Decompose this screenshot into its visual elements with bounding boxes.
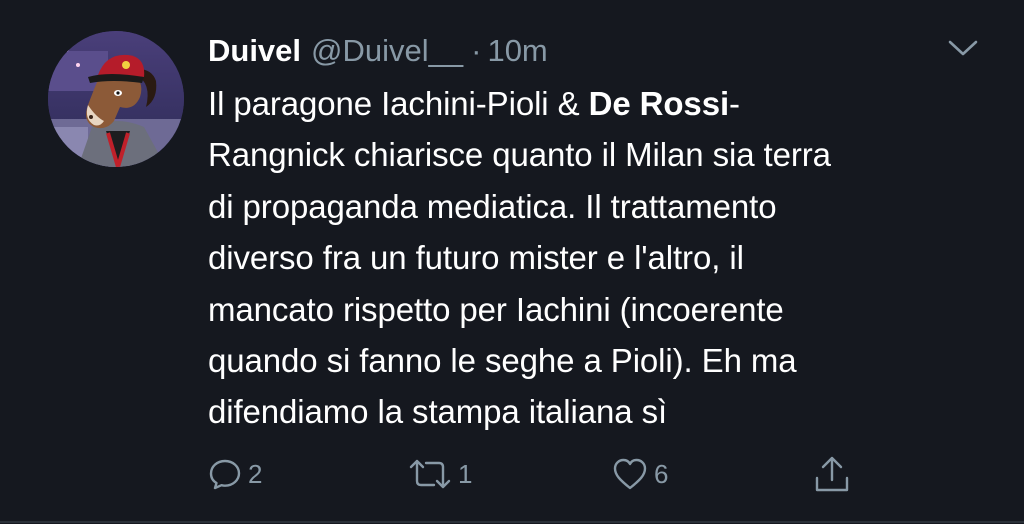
tweet-header: Duivel @Duivel__ · 10m (208, 30, 548, 72)
tweet-card[interactable]: Duivel @Duivel__ · 10m Il paragone Iachi… (0, 0, 1024, 524)
tweet-text-line: mancato rispetto per Iachini (incoerente (208, 290, 784, 328)
tweet-text-segment: Il paragone Iachini-Pioli & (208, 85, 589, 122)
tweet-menu-button[interactable] (947, 36, 979, 60)
divider (0, 521, 1024, 523)
retweet-icon (409, 459, 451, 489)
like-button[interactable]: 6 (612, 452, 668, 496)
heart-icon (613, 458, 647, 490)
tweet-text-line: Rangnick chiarisce quanto il Milan sia t… (208, 136, 831, 174)
retweet-button[interactable]: 1 (408, 452, 472, 496)
like-count: 6 (654, 458, 669, 489)
tweet-text-line: Il paragone Iachini-Pioli & De Rossi- (208, 78, 988, 129)
tweet-text-segment: - (729, 85, 740, 122)
retweet-count: 1 (458, 458, 473, 489)
tweet-text: Il paragone Iachini-Pioli & De Rossi- Ra… (208, 78, 988, 438)
tweet-text-line: difendiamo la stampa italiana sì (208, 393, 668, 431)
bojack-horseman-avatar-icon (48, 31, 184, 167)
author-handle[interactable]: @Duivel__ (311, 33, 463, 69)
tweet-actions: 2 1 6 (0, 452, 1024, 496)
tweet-text-line: di propaganda mediatica. Il trattamento (208, 187, 777, 225)
share-button[interactable] (812, 452, 852, 496)
tweet-text-bold-segment: De Rossi (588, 85, 730, 122)
tweet-text-line: quando si fanno le seghe a Pioli). Eh ma (208, 342, 797, 380)
author-name[interactable]: Duivel (208, 33, 301, 69)
chevron-down-icon (948, 40, 978, 56)
avatar[interactable] (48, 31, 184, 167)
reply-bubble-icon (209, 459, 241, 490)
time-separator: · (471, 33, 482, 68)
share-icon (815, 456, 849, 492)
tweet-timestamp[interactable]: 10m (487, 33, 547, 69)
reply-button[interactable]: 2 (208, 452, 262, 496)
reply-count: 2 (248, 458, 263, 489)
tweet-text-line: diverso fra un futuro mister e l'altro, … (208, 239, 744, 277)
